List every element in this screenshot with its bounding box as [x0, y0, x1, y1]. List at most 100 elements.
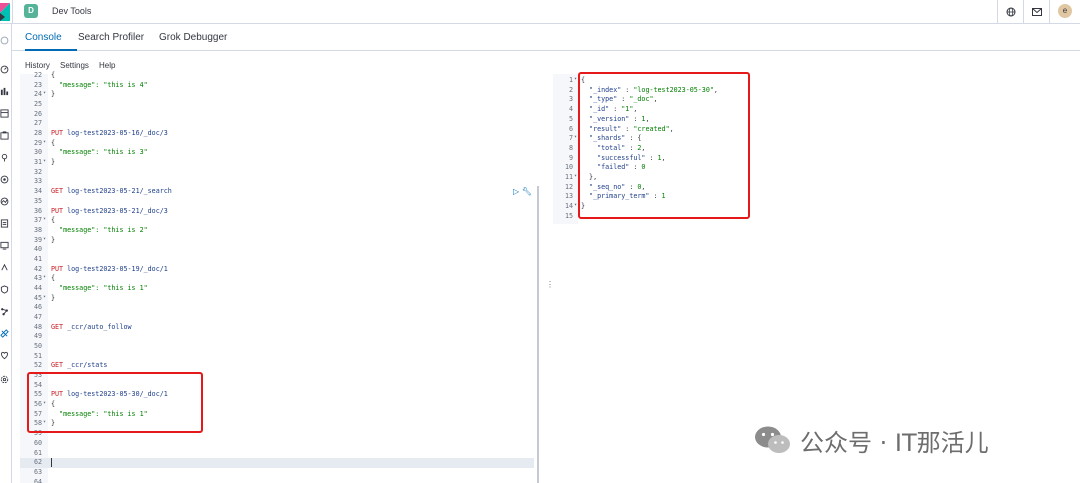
line-number: 15	[564, 211, 573, 220]
code-text: "message": "this is 4"	[51, 81, 148, 89]
highlight-box-response	[578, 72, 750, 219]
settings-link[interactable]: Settings	[60, 61, 89, 70]
fold-toggle-icon[interactable]: ▾	[43, 294, 48, 300]
editor-line: 61	[20, 449, 540, 459]
editor-line: 44 "message": "this is 1"	[20, 284, 540, 294]
http-method: GET	[51, 322, 64, 331]
console-menu: History Settings Help	[12, 51, 1080, 73]
fold-toggle-icon[interactable]: ▾	[43, 139, 48, 145]
logs-icon[interactable]	[0, 215, 10, 228]
side-nav	[0, 24, 12, 483]
line-number: 45	[33, 293, 42, 302]
wechat-logo-icon	[755, 426, 790, 453]
management-icon[interactable]	[0, 371, 10, 384]
discover-icon[interactable]	[0, 61, 10, 74]
space-avatar[interactable]: D	[24, 4, 38, 18]
uptime-icon[interactable]	[0, 259, 10, 271]
dev-tools-icon[interactable]	[0, 325, 10, 338]
code-text: GET log-test2023-05-21/_search	[51, 187, 172, 195]
breadcrumb-dev-tools: Dev Tools	[52, 6, 92, 16]
http-method: GET	[51, 187, 64, 196]
fold-toggle-icon[interactable]: ▾	[43, 158, 48, 164]
json-line: "message": "this is 4"	[51, 80, 148, 89]
code-text: "message": "this is 3"	[51, 148, 148, 156]
recent-icon[interactable]	[0, 32, 10, 45]
dev-tools-tabs: Console Search Profiler Grok Debugger	[12, 24, 1080, 51]
request-path: log-test2023-05-16/_doc/3	[63, 129, 168, 138]
editor-line: 37 ▾{	[20, 216, 540, 226]
stack-monitoring-icon[interactable]	[0, 347, 10, 360]
line-number: 52	[33, 361, 42, 370]
line-number: 60	[33, 438, 42, 447]
editor-line: 42 PUT log-test2023-05-19/_doc/1	[20, 265, 540, 275]
line-number: 22	[33, 71, 42, 79]
line-number: 26	[33, 109, 42, 118]
editor-line: 30 "message": "this is 3"	[20, 148, 540, 158]
user-avatar[interactable]: e	[1058, 4, 1072, 18]
line-number: 10	[564, 163, 573, 172]
http-method: PUT	[51, 264, 64, 273]
mail-icon[interactable]	[1029, 4, 1045, 20]
graph-icon[interactable]	[0, 303, 10, 316]
line-number: 1	[568, 76, 573, 84]
fold-toggle-icon[interactable]: ▾	[574, 76, 577, 82]
fold-toggle-icon[interactable]: ▾	[43, 216, 48, 222]
line-number: 41	[33, 254, 42, 263]
fold-toggle-icon[interactable]: ▾	[43, 236, 48, 242]
fold-toggle-icon[interactable]: ▾	[43, 274, 48, 280]
tab-console[interactable]: Console	[25, 32, 62, 43]
line-number: 8	[568, 143, 573, 152]
editor-line: 45 ▾}	[20, 294, 540, 304]
editor-line: 27	[20, 119, 540, 129]
canvas-icon[interactable]	[0, 127, 10, 140]
apm-icon[interactable]	[0, 237, 10, 250]
kibana-logo-icon[interactable]	[0, 3, 10, 21]
fold-toggle-icon[interactable]: ▾	[574, 202, 577, 208]
request-path: log-test2023-05-21/_doc/3	[63, 206, 168, 215]
json-line: "message": "this is 3"	[51, 148, 148, 157]
siem-icon[interactable]	[0, 281, 10, 294]
header-divider	[12, 0, 13, 24]
line-number: 31	[33, 158, 42, 167]
ml-icon[interactable]	[0, 171, 10, 184]
editor-line: 22 {	[20, 71, 540, 81]
editor-line: 50	[20, 342, 540, 352]
editor-line: 60	[20, 439, 540, 449]
maps-icon[interactable]	[0, 149, 10, 162]
tab-search-profiler[interactable]: Search Profiler	[78, 32, 144, 43]
line-number: 9	[568, 153, 573, 162]
line-number: 27	[33, 119, 42, 128]
fold-toggle-icon[interactable]: ▾	[43, 90, 48, 96]
top-header: D Dev Tools e	[0, 0, 1080, 24]
editor-line: 62	[20, 458, 540, 468]
line-number: 4	[568, 105, 573, 114]
line-number: 62	[33, 458, 42, 467]
watermark: 公众号 · IT那活儿	[754, 423, 989, 457]
tab-grok-debugger[interactable]: Grok Debugger	[159, 32, 227, 43]
line-number: 46	[33, 303, 42, 312]
line-number: 30	[33, 148, 42, 157]
help-globe-icon[interactable]	[1003, 4, 1019, 20]
editor-line: 23 "message": "this is 4"	[20, 81, 540, 91]
history-link[interactable]: History	[25, 61, 50, 70]
editor-line: 47	[20, 313, 540, 323]
request-path: log-test2023-05-19/_doc/1	[63, 264, 168, 273]
code-text: PUT log-test2023-05-19/_doc/1	[51, 265, 168, 273]
editor-line: 35	[20, 197, 540, 207]
help-link[interactable]: Help	[99, 61, 115, 70]
editor-line: 43 ▾{	[20, 274, 540, 284]
visualize-icon[interactable]	[0, 83, 10, 96]
line-number: 34	[33, 187, 42, 196]
dashboard-icon[interactable]	[0, 105, 10, 118]
request-path: _ccr/stats	[63, 361, 108, 370]
code-text: GET _ccr/stats	[51, 361, 107, 369]
code-text: {	[51, 274, 56, 283]
line-number: 61	[33, 448, 42, 457]
request-path: _ccr/auto_follow	[63, 322, 132, 331]
fold-toggle-icon[interactable]: ▾	[574, 173, 577, 179]
highlight-box-request	[27, 372, 203, 433]
fold-toggle-icon[interactable]: ▾	[574, 134, 577, 140]
editor-line: 41	[20, 255, 540, 265]
metrics-icon[interactable]	[0, 193, 10, 206]
line-number: 7	[568, 134, 573, 143]
